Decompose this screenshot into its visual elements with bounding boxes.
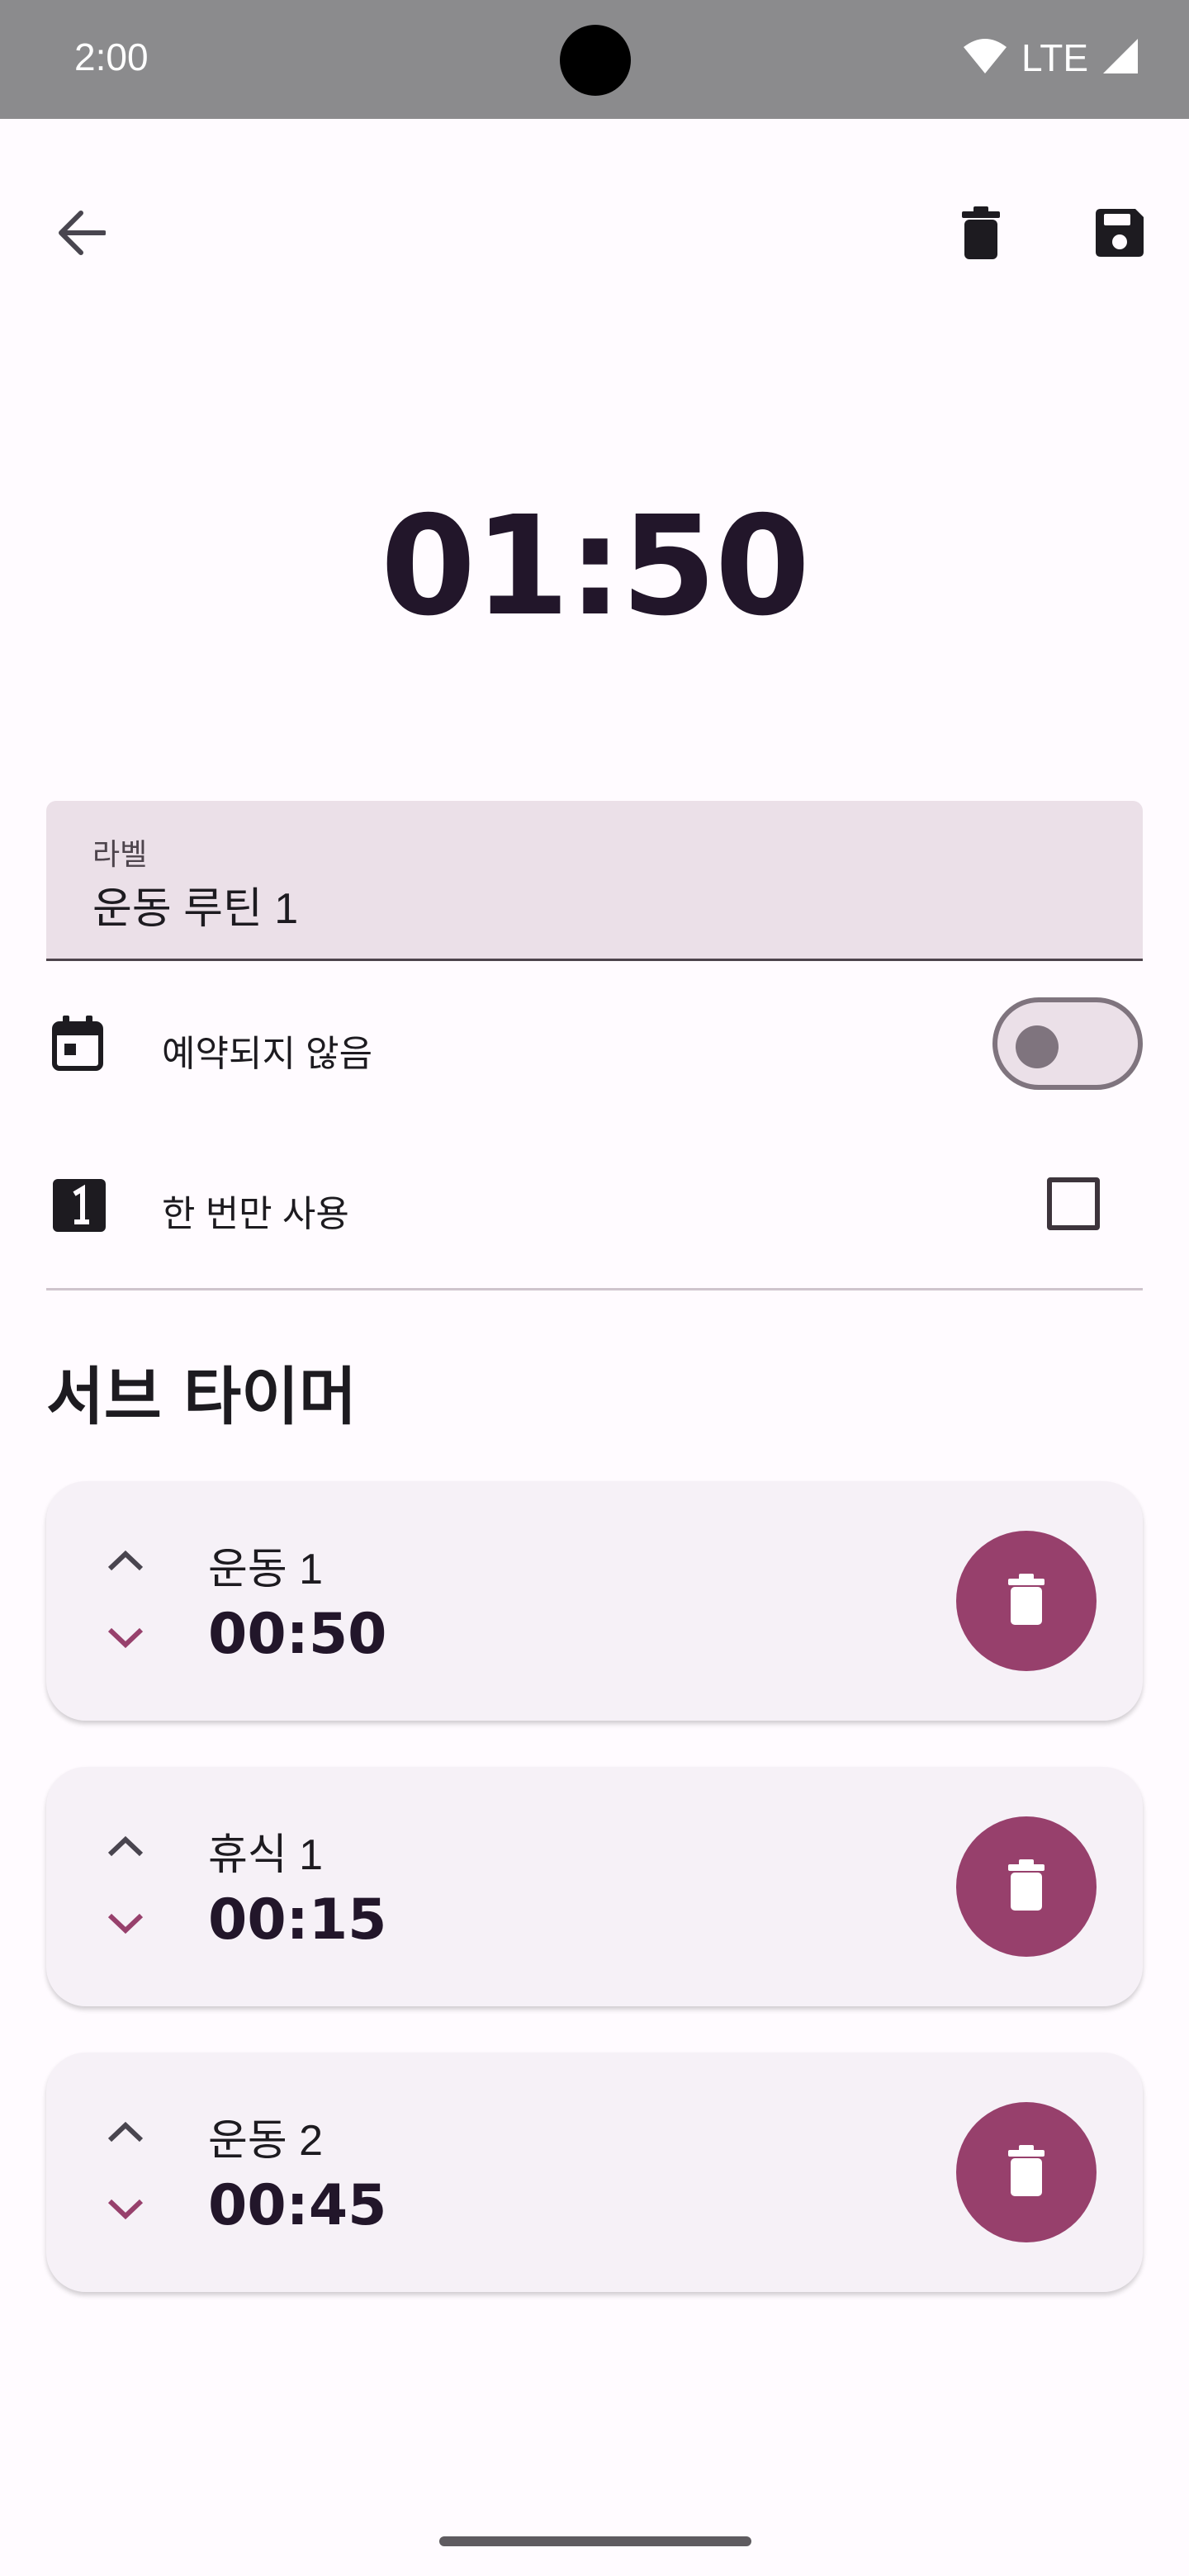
arrow-left-icon (56, 210, 107, 259)
schedule-status-text: 예약되지 않음 (162, 1034, 373, 1074)
chevron-down-icon (107, 1627, 144, 1653)
subtimers-title: 서브 타이머 (46, 1360, 358, 1433)
delete-subtimer-button[interactable] (956, 1816, 1097, 1957)
schedule-row[interactable]: 예약되지 않음 (46, 997, 1143, 1090)
one-time-row[interactable]: 한 번만 사용 (46, 1177, 1143, 1235)
one-time-text: 한 번만 사용 (162, 1194, 349, 1234)
number-one-box-icon (53, 1179, 106, 1235)
move-up-button[interactable] (101, 1823, 150, 1873)
back-button[interactable] (41, 195, 121, 274)
subtimer-name: 운동 1 (208, 1546, 324, 1593)
move-down-button[interactable] (101, 1901, 150, 1950)
label-field-caption: 라벨 (92, 837, 148, 871)
subtimer-time: 00:45 (208, 2173, 387, 2238)
trash-icon (1007, 1859, 1045, 1914)
delete-subtimer-button[interactable] (956, 1531, 1097, 1671)
one-time-checkbox[interactable] (1047, 1177, 1100, 1230)
total-time-display[interactable]: 01:50 (0, 487, 1189, 646)
status-time: 2:00 (74, 36, 149, 78)
schedule-toggle[interactable] (992, 997, 1143, 1090)
delete-subtimer-button[interactable] (956, 2102, 1097, 2242)
move-down-button[interactable] (101, 1615, 150, 1664)
schedule-toggle-thumb (1016, 1025, 1059, 1068)
subtimer-name: 운동 2 (208, 2117, 324, 2165)
trash-icon (1007, 2145, 1045, 2200)
section-divider (46, 1288, 1143, 1290)
calendar-icon (51, 1016, 104, 1075)
trash-icon (1007, 1574, 1045, 1628)
move-up-button[interactable] (101, 2109, 150, 2158)
chevron-down-icon (107, 2198, 144, 2224)
subtimer-time: 00:15 (208, 1887, 387, 1953)
move-down-button[interactable] (101, 2186, 150, 2236)
label-field-value[interactable]: 운동 루틴 1 (92, 874, 298, 935)
gesture-navigation-bar[interactable] (439, 2536, 751, 2546)
save-timer-button[interactable] (1080, 195, 1159, 274)
subtimer-time: 00:50 (208, 1602, 387, 1667)
subtimer-card[interactable]: 휴식 1 00:15 (46, 1767, 1143, 2006)
network-type: LTE (1021, 36, 1088, 79)
camera-cutout (560, 25, 631, 96)
chevron-up-icon (107, 1549, 144, 1575)
status-bar: 2:00 LTE (0, 0, 1189, 119)
floppy-disk-icon (1092, 206, 1147, 263)
wifi-icon (962, 37, 1008, 78)
move-up-button[interactable] (101, 1537, 150, 1587)
subtimer-card[interactable]: 운동 2 00:45 (46, 2053, 1143, 2292)
chevron-up-icon (107, 2120, 144, 2147)
subtimer-name: 휴식 1 (208, 1831, 324, 1879)
chevron-down-icon (107, 1912, 144, 1939)
subtimer-card[interactable]: 운동 1 00:50 (46, 1481, 1143, 1721)
label-field[interactable]: 라벨 운동 루틴 1 (46, 801, 1143, 961)
chevron-up-icon (107, 1835, 144, 1861)
trash-icon (960, 206, 1002, 263)
signal-icon (1101, 37, 1139, 78)
delete-timer-button[interactable] (941, 195, 1021, 274)
status-icons: LTE (962, 33, 1139, 83)
